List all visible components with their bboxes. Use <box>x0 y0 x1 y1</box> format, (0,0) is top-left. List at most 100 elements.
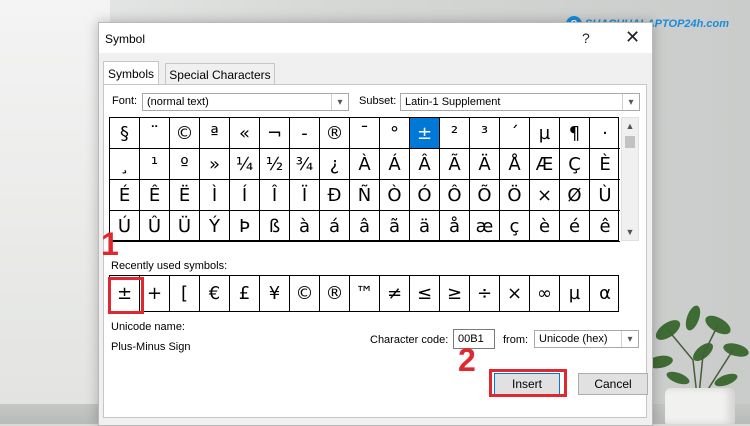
symbol-cell[interactable]: Ö <box>500 180 530 211</box>
recent-symbol-cell[interactable]: ™ <box>350 276 380 311</box>
symbol-cell[interactable]: é <box>560 211 590 242</box>
symbol-cell[interactable]: ¾ <box>290 149 320 180</box>
symbol-cell[interactable]: Ñ <box>350 180 380 211</box>
symbol-cell[interactable]: È <box>590 149 620 180</box>
scroll-down-icon[interactable]: ▼ <box>622 224 638 240</box>
symbol-cell[interactable]: à <box>290 211 320 242</box>
symbol-cell[interactable]: Î <box>260 180 290 211</box>
recent-symbol-cell[interactable]: ≥ <box>440 276 470 311</box>
symbol-cell[interactable]: å <box>440 211 470 242</box>
symbol-cell[interactable]: ½ <box>260 149 290 180</box>
recent-symbol-cell[interactable]: € <box>200 276 230 311</box>
symbol-cell[interactable]: ã <box>380 211 410 242</box>
scrollbar-thumb[interactable] <box>625 136 635 148</box>
cancel-button[interactable]: Cancel <box>578 373 648 395</box>
chevron-down-icon: ▾ <box>331 94 348 110</box>
tab-special-characters[interactable]: Special Characters <box>165 63 275 86</box>
symbol-cell[interactable]: Õ <box>470 180 500 211</box>
symbol-cell[interactable]: Ý <box>200 211 230 242</box>
symbol-cell[interactable]: Í <box>230 180 260 211</box>
symbol-cell[interactable]: ß <box>260 211 290 242</box>
symbol-cell[interactable]: Ò <box>380 180 410 211</box>
recent-symbol-cell[interactable]: ≤ <box>410 276 440 311</box>
symbol-cell[interactable]: è <box>530 211 560 242</box>
symbol-cell[interactable]: Ø <box>560 180 590 211</box>
symbol-cell[interactable]: Û <box>140 211 170 242</box>
scroll-up-icon[interactable]: ▲ <box>622 118 638 134</box>
symbol-cell[interactable]: æ <box>470 211 500 242</box>
symbol-cell[interactable]: Á <box>380 149 410 180</box>
symbol-cell[interactable]: ¹ <box>140 149 170 180</box>
recent-symbol-cell[interactable]: ® <box>320 276 350 311</box>
symbol-cell[interactable]: Ù <box>590 180 620 211</box>
symbol-cell[interactable]: Ï <box>290 180 320 211</box>
recent-symbol-cell[interactable]: [ <box>170 276 200 311</box>
symbol-cell[interactable]: Ë <box>170 180 200 211</box>
symbol-cell[interactable]: Ã <box>440 149 470 180</box>
symbol-cell[interactable]: ª <box>200 118 230 149</box>
symbol-cell[interactable]: × <box>530 180 560 211</box>
symbol-cell[interactable]: Ä <box>470 149 500 180</box>
recent-symbol-cell[interactable]: £ <box>230 276 260 311</box>
symbol-cell[interactable]: â <box>350 211 380 242</box>
symbol-cell[interactable]: ³ <box>470 118 500 149</box>
subset-dropdown[interactable]: Latin-1 Supplement ▾ <box>400 93 640 111</box>
symbol-cell[interactable]: Â <box>410 149 440 180</box>
symbol-cell[interactable]: Ì <box>200 180 230 211</box>
symbol-cell[interactable]: Ê <box>140 180 170 211</box>
symbol-cell[interactable]: « <box>230 118 260 149</box>
symbol-cell[interactable]: ¿ <box>320 149 350 180</box>
symbol-cell[interactable]: á <box>320 211 350 242</box>
symbol-cell[interactable]: ¯ <box>350 118 380 149</box>
step-2-label: 2 <box>458 342 476 378</box>
symbol-cell[interactable]: ¬ <box>260 118 290 149</box>
font-dropdown[interactable]: (normal text) ▾ <box>142 93 349 111</box>
symbol-cell[interactable]: § <box>110 118 140 149</box>
symbol-cell[interactable]: ´ <box>500 118 530 149</box>
symbol-cell[interactable]: » <box>200 149 230 180</box>
symbol-cell[interactable]: ¶ <box>560 118 590 149</box>
symbol-cell[interactable]: ¸ <box>110 149 140 180</box>
symbol-cell[interactable]: Ó <box>410 180 440 211</box>
symbol-cell[interactable]: º <box>170 149 200 180</box>
symbol-cell[interactable]: ¨ <box>140 118 170 149</box>
close-icon[interactable]: ✕ <box>625 27 640 48</box>
symbol-cell[interactable]: ê <box>590 211 620 242</box>
symbol-cell[interactable]: ç <box>500 211 530 242</box>
symbol-cell[interactable]: ® <box>320 118 350 149</box>
symbol-grid-scrollbar[interactable]: ▲ ▼ <box>621 117 639 241</box>
cancel-button-label: Cancel <box>594 377 632 391</box>
help-icon[interactable]: ? <box>582 30 590 46</box>
recent-symbol-cell[interactable]: ∞ <box>530 276 560 311</box>
symbol-cell[interactable]: © <box>170 118 200 149</box>
symbol-cell[interactable]: · <box>590 118 620 149</box>
symbol-cell[interactable]: Ü <box>170 211 200 242</box>
recent-symbol-cell[interactable]: © <box>290 276 320 311</box>
symbol-cell[interactable]: À <box>350 149 380 180</box>
symbol-cell[interactable]: É <box>110 180 140 211</box>
symbol-cell[interactable]: Þ <box>230 211 260 242</box>
recent-symbol-cell[interactable]: ¥ <box>260 276 290 311</box>
recent-symbol-cell[interactable]: + <box>140 276 170 311</box>
font-label: Font: <box>112 95 138 107</box>
recent-symbol-cell[interactable]: ÷ <box>470 276 500 311</box>
symbol-cell[interactable]: Æ <box>530 149 560 180</box>
symbol-cell[interactable]: Å <box>500 149 530 180</box>
recent-symbol-cell[interactable]: ≠ <box>380 276 410 311</box>
recent-symbol-cell[interactable]: × <box>500 276 530 311</box>
symbol-cell[interactable]: Ð <box>320 180 350 211</box>
symbol-cell[interactable]: Ô <box>440 180 470 211</box>
recent-symbol-cell[interactable]: α <box>590 276 620 311</box>
recent-symbol-cell[interactable]: µ <box>560 276 590 311</box>
symbol-cell[interactable]: ² <box>440 118 470 149</box>
symbol-cell[interactable]: ä <box>410 211 440 242</box>
tab-symbols[interactable]: Symbols <box>103 61 159 86</box>
from-dropdown[interactable]: Unicode (hex) ▾ <box>534 330 639 348</box>
tab-special-characters-label: Special Characters <box>169 68 271 82</box>
symbol-cell-selected[interactable]: ± <box>410 118 440 149</box>
symbol-cell[interactable]: ¼ <box>230 149 260 180</box>
symbol-cell[interactable]: Ç <box>560 149 590 180</box>
symbol-cell[interactable]: µ <box>530 118 560 149</box>
symbol-cell[interactable]: ° <box>380 118 410 149</box>
symbol-cell[interactable]: - <box>290 118 320 149</box>
